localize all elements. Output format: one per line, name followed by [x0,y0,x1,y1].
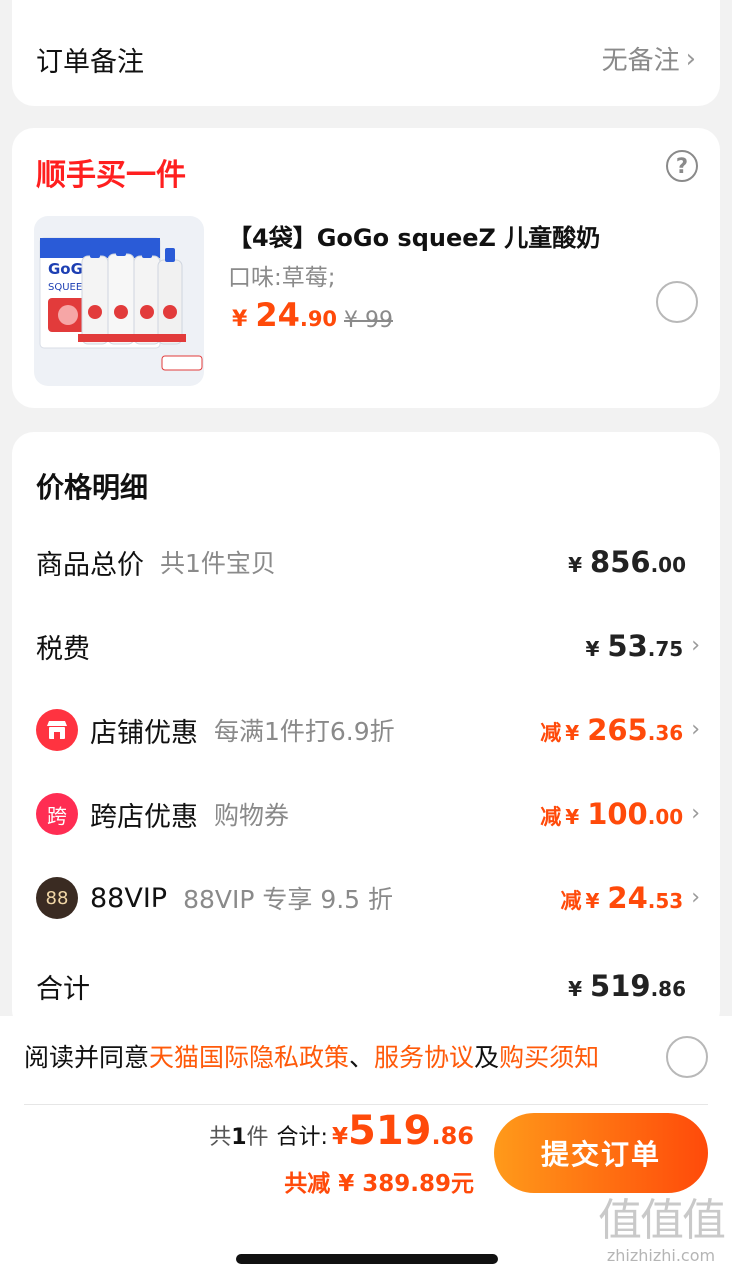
product-price: ¥ 24 .90 [232,296,337,334]
watermark-url: zhizhizhi.com [606,1246,716,1265]
original-price: ¥ 99 [344,308,393,333]
addon-select-radio[interactable] [656,281,698,323]
agreement-checkbox[interactable] [666,1036,708,1078]
cross-store-icon: 跨 [36,793,78,835]
price-detail-title: 价格明细 [36,471,149,504]
subtotal-label: 合计 [36,973,90,1005]
total-integer: 519 [347,1108,432,1154]
vip-discount-amount[interactable]: 减 ¥ 24 .53 › [560,881,700,915]
cross-store-sub: 购物券 [214,801,290,830]
currency-symbol: ¥ [565,721,580,745]
chevron-right-icon: › [691,885,700,910]
purchase-notice-link[interactable]: 购买须知 [499,1043,599,1072]
currency-symbol: ¥ [585,889,600,913]
divider [24,1104,708,1105]
currency-symbol: ¥ [568,553,583,577]
amount-integer: 519 [590,969,651,1003]
vip-label: 88VIP [90,882,168,914]
price-decimal: .90 [299,307,338,331]
minus-prefix: 减 [540,721,562,745]
row-shop-discount[interactable]: 店铺优惠 每满1件打6.9折 减 ¥ 265 .36 › [12,688,720,772]
count-suffix: 件 [246,1125,269,1150]
agreement-and: 及 [474,1043,500,1072]
home-indicator[interactable] [236,1254,498,1264]
minus-prefix: 减 [560,889,582,913]
service-agreement-link[interactable]: 服务协议 [374,1043,474,1072]
amount-integer: 856 [590,545,651,579]
shop-discount-label: 店铺优惠 [90,717,198,749]
vip-sub: 88VIP 专享 9.5 折 [183,885,394,914]
watermark-logo: 值值值 [598,1195,726,1246]
total-decimal: .86 [431,1122,474,1150]
amount-decimal: .75 [647,637,684,661]
watermark: 值值值 zhizhizhi.com [598,1195,726,1266]
total-currency: ¥ [331,1124,348,1150]
chevron-right-icon: › [691,633,700,658]
agreement-separator: 、 [349,1043,375,1072]
shop-discount-amount[interactable]: 减 ¥ 265 .36 › [540,713,700,747]
shop-icon [36,709,78,751]
cross-store-label: 跨店优惠 [90,801,198,833]
amount-decimal: .36 [647,721,684,745]
addon-title: 顺手买一件 [36,158,186,193]
shop-discount-sub: 每满1件打6.9折 [214,717,395,746]
subtotal-amount: ¥ 519 .86 [568,969,686,1003]
minus-prefix: 减 [540,805,562,829]
amount-integer: 24 [607,881,648,915]
product-image[interactable]: GoGo SQUEEZ [34,216,204,386]
question-circle-icon[interactable]: ? [666,150,698,182]
currency-symbol: ¥ [565,805,580,829]
addon-purchase-card: 顺手买一件 ? GoGo SQUEEZ 【4袋】GoGo squeeZ 儿童酸奶… [12,128,720,408]
submit-order-button[interactable]: 提交订单 [494,1113,708,1193]
amount-decimal: .00 [650,553,686,577]
order-remark-text: 无备注 [601,46,680,76]
chevron-right-icon: › [691,717,700,742]
amount-decimal: .53 [647,889,684,913]
price-detail-card: 价格明细 商品总价 共1件宝贝 ¥ 856 .00 税费 ¥ 53 .75 › … [12,432,720,1032]
count-prefix: 共 [209,1125,232,1150]
product-flavor: 口味:草莓; [228,265,336,291]
amount-integer: 265 [587,713,648,747]
total-label: 合计: [276,1125,328,1150]
total-saved: 共减 ¥ 389.89元 [284,1171,474,1197]
cross-store-amount[interactable]: 减 ¥ 100 .00 › [540,797,700,831]
row-tax[interactable]: 税费 ¥ 53 .75 › [12,604,720,688]
order-remark-card[interactable]: 订单备注 无备注 › [12,0,720,106]
amount-decimal: .00 [647,805,684,829]
row-88vip-discount[interactable]: 88 88VIP 88VIP 专享 9.5 折 减 ¥ 24 .53 › [12,856,720,940]
price-integer: 24 [255,296,300,334]
currency-symbol: ¥ [568,977,583,1001]
goods-total-sub: 共1件宝贝 [160,549,276,578]
amount-integer: 53 [607,629,648,663]
tax-label: 税费 [36,633,90,665]
vip-88-icon: 88 [36,877,78,919]
price-currency: ¥ [232,307,248,332]
agreement-prefix: 阅读并同意 [24,1043,150,1072]
amount-integer: 100 [587,797,648,831]
chevron-right-icon: › [691,801,700,826]
goods-total-label: 商品总价 [36,549,144,581]
agreement-text: 阅读并同意天猫国际隐私政策、服务协议及购买须知 [24,1038,599,1074]
item-count: 共1件 [209,1119,268,1151]
count-number: 1 [231,1125,247,1150]
currency-symbol: ¥ [585,637,600,661]
chevron-right-icon: › [685,43,696,74]
product-name[interactable]: 【4袋】GoGo squeeZ 儿童酸奶 [228,218,600,253]
row-goods-total: 商品总价 共1件宝贝 ¥ 856 .00 [12,520,720,604]
privacy-policy-link[interactable]: 天猫国际隐私政策 [149,1043,349,1072]
amount-decimal: .86 [650,977,686,1001]
tax-amount[interactable]: ¥ 53 .75 › [585,629,700,663]
order-remark-label: 订单备注 [36,47,144,78]
order-total: 共1件 合计: ¥ 519 .86 [209,1108,474,1154]
goods-total-amount: ¥ 856 .00 [568,545,686,579]
order-remark-value[interactable]: 无备注 › [602,40,696,77]
row-cross-store-discount[interactable]: 跨 跨店优惠 购物券 减 ¥ 100 .00 › [12,772,720,856]
